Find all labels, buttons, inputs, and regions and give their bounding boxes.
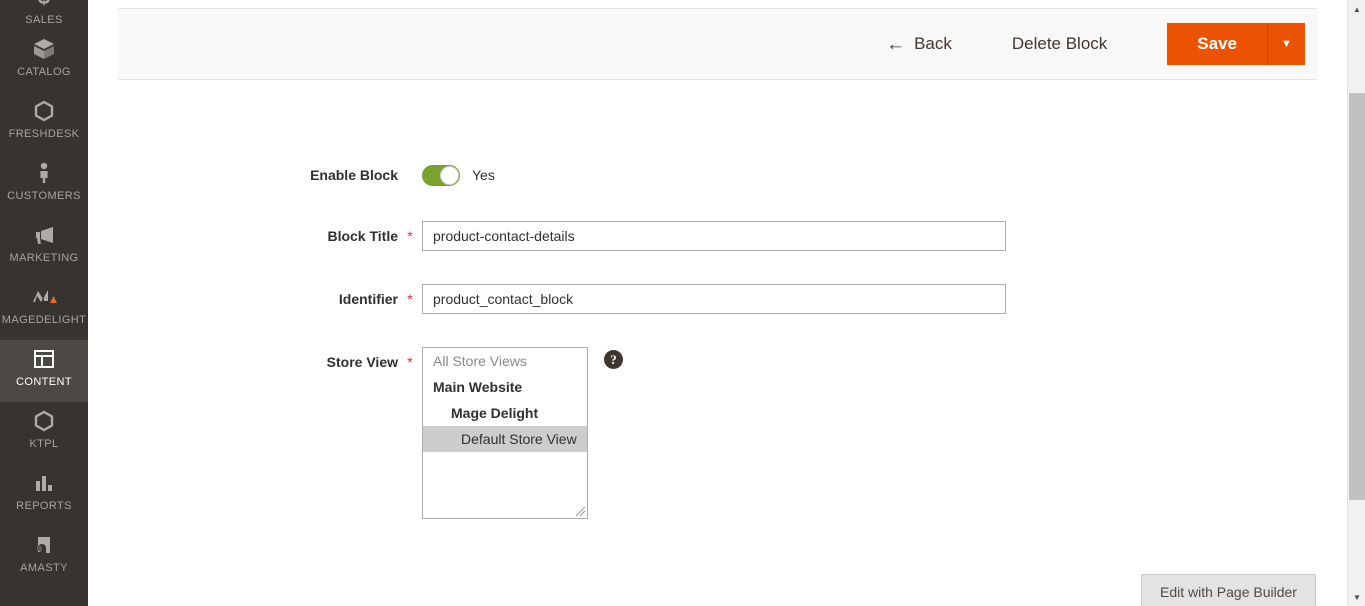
caret-up-icon[interactable]: ▲	[1348, 0, 1365, 18]
resize-grip-icon	[575, 506, 586, 517]
sidebar-item-label: CONTENT	[16, 376, 72, 388]
edit-with-page-builder-button[interactable]: Edit with Page Builder	[1141, 574, 1316, 606]
sidebar-item-label: FRESHDESK	[8, 128, 80, 140]
vertical-scrollbar[interactable]: ▲ ▼	[1347, 0, 1365, 606]
sidebar-item-reports[interactable]: REPORTS	[0, 464, 88, 526]
admin-page: $ SALES CATALOG FRESHDESK	[0, 0, 1365, 606]
arrow-left-icon: ←	[886, 33, 906, 55]
box-icon	[32, 36, 56, 62]
back-button[interactable]: ← Back	[876, 28, 962, 60]
sidebar-item-sales[interactable]: $ SALES	[0, 0, 88, 30]
store-view-option[interactable]: All Store Views	[423, 348, 587, 374]
field-label: Block Title	[327, 228, 398, 244]
store-view-option[interactable]: Mage Delight	[423, 400, 587, 426]
person-icon	[32, 160, 56, 186]
svg-text:$: $	[38, 0, 50, 9]
sidebar-item-label: REPORTS	[16, 500, 72, 512]
dollar-icon: $	[34, 0, 54, 10]
enable-block-toggle-label: Yes	[472, 167, 495, 183]
admin-sidebar: $ SALES CATALOG FRESHDESK	[0, 0, 88, 606]
sidebar-item-label: CATALOG	[17, 66, 71, 78]
store-view-option[interactable]: Main Website	[423, 374, 587, 400]
identifier-input[interactable]	[422, 284, 1006, 314]
field-enable-block: Enable Block Yes	[88, 160, 1347, 190]
block-title-input[interactable]	[422, 221, 1006, 251]
sidebar-item-magedelight[interactable]: MAGEDELIGHT	[0, 278, 88, 340]
layout-icon	[32, 346, 56, 372]
amasty-icon	[32, 532, 56, 558]
sidebar-item-label: MARKETING	[9, 252, 79, 264]
sidebar-item-label: CUSTOMERS	[7, 190, 81, 202]
chevron-down-icon: ▼	[1281, 38, 1292, 50]
sidebar-item-amasty[interactable]: AMASTY	[0, 526, 88, 588]
store-view-option[interactable]: Default Store View	[423, 426, 587, 452]
required-indicator: *	[407, 291, 413, 307]
page-actions-toolbar: ← Back Delete Block Save ▼	[118, 8, 1318, 80]
megaphone-icon	[31, 222, 57, 248]
back-button-label: Back	[914, 34, 952, 53]
required-indicator: *	[407, 228, 413, 244]
toggle-knob	[440, 165, 459, 185]
required-indicator: *	[407, 354, 413, 370]
magedelight-icon	[29, 284, 59, 310]
question-mark-icon[interactable]: ?	[604, 350, 623, 369]
field-store-view: Store View * All Store Views Main Website…	[88, 347, 1347, 519]
sidebar-item-label: KTPL	[29, 438, 59, 450]
field-label: Store View	[326, 354, 398, 370]
field-label: Identifier	[338, 291, 398, 307]
block-form: Enable Block Yes Block Title * product-c…	[88, 160, 1347, 553]
store-view-multiselect[interactable]: All Store Views Main Website Mage Delight D…	[422, 347, 588, 519]
delete-block-button[interactable]: Delete Block	[1000, 28, 1119, 60]
field-block-title: Block Title *	[88, 221, 1347, 251]
save-options-button[interactable]: ▼	[1267, 23, 1305, 65]
sidebar-item-ktpl[interactable]: KTPL	[0, 402, 88, 464]
save-button[interactable]: Save	[1167, 23, 1267, 65]
sidebar-item-marketing[interactable]: MARKETING	[0, 216, 88, 278]
sidebar-item-content[interactable]: CONTENT	[0, 340, 88, 402]
caret-down-icon[interactable]: ▼	[1348, 588, 1365, 606]
save-split-button: Save ▼	[1167, 23, 1305, 65]
sidebar-item-customers[interactable]: CUSTOMERS	[0, 154, 88, 216]
sidebar-item-label: SALES	[25, 14, 63, 26]
sidebar-item-label: MAGEDELIGHT	[1, 314, 87, 326]
scrollbar-thumb[interactable]	[1349, 93, 1365, 500]
sidebar-item-freshdesk[interactable]: FRESHDESK	[0, 92, 88, 154]
sidebar-item-label: AMASTY	[20, 562, 68, 574]
sidebar-item-catalog[interactable]: CATALOG	[0, 30, 88, 92]
enable-block-toggle[interactable]	[422, 164, 460, 186]
hexagon-icon	[32, 408, 56, 434]
field-identifier: Identifier *	[88, 284, 1347, 314]
field-label: Enable Block	[310, 167, 398, 183]
hexagon-icon	[32, 98, 56, 124]
main-content: ← Back Delete Block Save ▼ Enable Block	[88, 0, 1347, 606]
bar-chart-icon	[32, 470, 56, 496]
